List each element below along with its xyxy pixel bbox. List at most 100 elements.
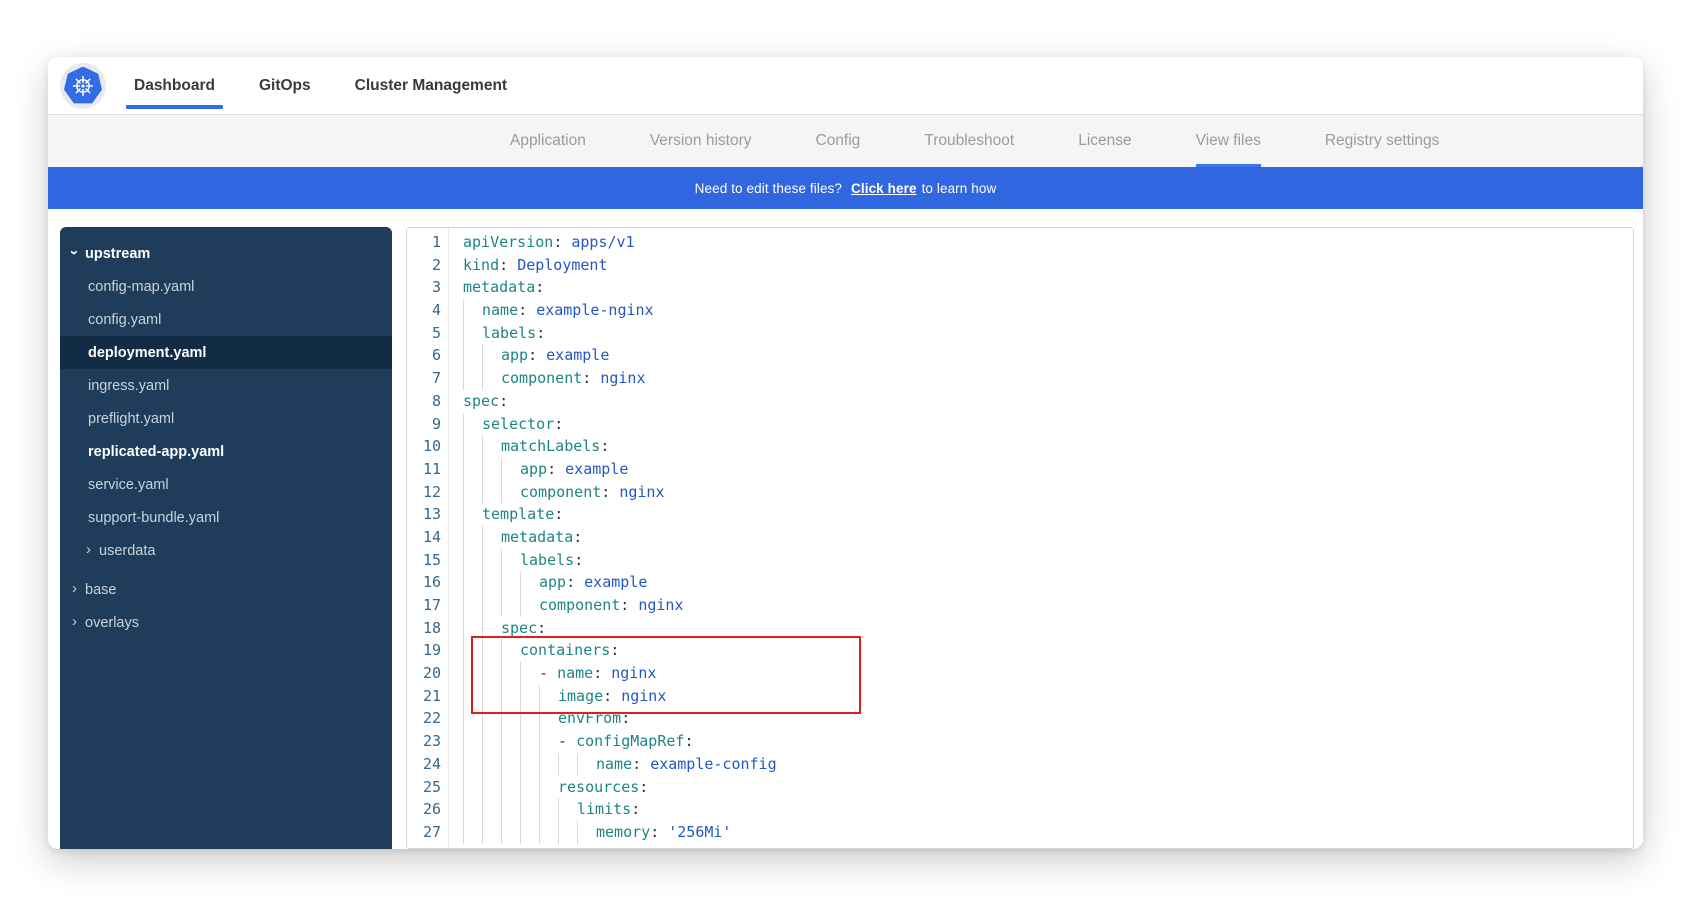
code-text: memory: '256Mi'	[448, 821, 731, 844]
yaml-punct: :	[553, 233, 571, 251]
indent-guide	[482, 798, 501, 821]
code-line-4: 4name: example-nginx	[407, 299, 1633, 322]
subnav-tab-license[interactable]: License	[1078, 115, 1131, 167]
indent-guide	[463, 526, 482, 549]
code-line-8: 8spec:	[407, 390, 1633, 413]
line-number: 4	[407, 299, 448, 322]
line-number: 16	[407, 571, 448, 594]
indent-guide	[482, 639, 501, 662]
indent-guide	[577, 753, 596, 776]
primary-tab-cluster-management[interactable]: Cluster Management	[355, 57, 507, 114]
indent-guide	[463, 549, 482, 572]
yaml-value: nginx	[611, 664, 656, 682]
indent-guide	[501, 549, 520, 572]
indent-guide	[558, 753, 577, 776]
yaml-punct: :	[684, 732, 693, 750]
indent-guide	[520, 571, 539, 594]
indent-guide	[463, 458, 482, 481]
subnav-tab-application[interactable]: Application	[510, 115, 586, 167]
file-tree-label: config-map.yaml	[88, 279, 194, 295]
file-tree-item-upstream[interactable]: ›upstream	[60, 237, 392, 270]
indent-guide	[577, 821, 596, 844]
subnav-tab-view-files[interactable]: View files	[1196, 115, 1261, 167]
file-tree-item-config-map-yaml[interactable]: config-map.yaml	[60, 270, 392, 303]
file-tree-item-ingress-yaml[interactable]: ingress.yaml	[60, 369, 392, 402]
yaml-value: nginx	[621, 687, 666, 705]
indent-guide	[463, 798, 482, 821]
primary-tab-dashboard[interactable]: Dashboard	[134, 57, 215, 114]
yaml-key: spec	[463, 392, 499, 410]
yaml-punct: :	[537, 619, 546, 637]
indent-guide	[463, 413, 482, 436]
indent-guide	[558, 821, 577, 844]
indent-guide	[482, 571, 501, 594]
yaml-punct: :	[639, 778, 648, 796]
indent-guide	[482, 481, 501, 504]
chevron-down-icon: ›	[67, 250, 82, 255]
indent-guide	[520, 662, 539, 685]
code-text: containers:	[448, 639, 619, 662]
indent-guide	[539, 776, 558, 799]
indent-guide	[501, 458, 520, 481]
indent-guide	[501, 798, 520, 821]
file-tree-item-service-yaml[interactable]: service.yaml	[60, 468, 392, 501]
code-text: spec:	[448, 390, 508, 413]
file-tree-item-config-yaml[interactable]: config.yaml	[60, 303, 392, 336]
code-text: selector:	[448, 413, 563, 436]
code-line-12: 12component: nginx	[407, 481, 1633, 504]
yaml-punct: :	[600, 437, 609, 455]
file-tree-item-userdata[interactable]: ›userdata	[60, 534, 392, 567]
indent-guide	[482, 707, 501, 730]
indent-guide	[463, 730, 482, 753]
indent-guide	[501, 730, 520, 753]
yaml-code-editor[interactable]: 1apiVersion: apps/v12kind: Deployment3me…	[406, 227, 1634, 849]
yaml-value: example-config	[650, 755, 776, 773]
code-text: - name: nginx	[448, 662, 656, 685]
subnav-tab-troubleshoot[interactable]: Troubleshoot	[924, 115, 1014, 167]
code-line-14: 14metadata:	[407, 526, 1633, 549]
file-tree-item-deployment-yaml[interactable]: deployment.yaml	[60, 336, 392, 369]
subnav-tab-config[interactable]: Config	[816, 115, 861, 167]
line-number: 1	[407, 231, 448, 254]
indent-guide	[482, 458, 501, 481]
yaml-key: metadata	[463, 278, 535, 296]
line-number: 20	[407, 662, 448, 685]
file-tree-sidebar: ›upstream config-map.yaml config.yamldeplo…	[60, 227, 392, 849]
indent-guide	[482, 821, 501, 844]
indent-guide	[482, 344, 501, 367]
code-line-7: 7component: nginx	[407, 367, 1633, 390]
yaml-value: nginx	[638, 596, 683, 614]
file-tree-label: support-bundle.yaml	[88, 510, 219, 526]
subnav-tab-registry-settings[interactable]: Registry settings	[1325, 115, 1440, 167]
code-text: metadata:	[448, 276, 544, 299]
file-tree-item-overlays[interactable]: ›overlays	[60, 606, 392, 639]
line-number: 7	[407, 367, 448, 390]
code-text: component: nginx	[448, 481, 665, 504]
file-tree-item-preflight-yaml[interactable]: preflight.yaml	[60, 402, 392, 435]
file-tree-item-support-bundle-yaml[interactable]: support-bundle.yaml	[60, 501, 392, 534]
file-tree-item-replicated-app-yaml[interactable]: replicated-app.yaml	[60, 435, 392, 468]
line-number: 26	[407, 798, 448, 821]
yaml-punct: :	[632, 755, 650, 773]
indent-guide	[463, 481, 482, 504]
line-number: 2	[407, 254, 448, 277]
code-line-9: 9selector:	[407, 413, 1633, 436]
yaml-key: memory	[596, 823, 650, 841]
yaml-key: labels	[520, 551, 574, 569]
code-line-3: 3metadata:	[407, 276, 1633, 299]
indent-guide	[482, 776, 501, 799]
yaml-key: envFrom	[558, 709, 621, 727]
indent-guide	[520, 798, 539, 821]
yaml-key: app	[520, 460, 547, 478]
yaml-key: image	[558, 687, 603, 705]
file-tree-label: overlays	[85, 615, 139, 631]
code-line-10: 10matchLabels:	[407, 435, 1633, 458]
primary-tab-gitops[interactable]: GitOps	[259, 57, 311, 114]
indent-guide	[463, 435, 482, 458]
code-line-5: 5labels:	[407, 322, 1633, 345]
kubernetes-helm-wheel-icon	[64, 67, 102, 105]
file-tree-item-base[interactable]: ›base	[60, 573, 392, 606]
subnav-tab-version-history[interactable]: Version history	[650, 115, 752, 167]
banner-click-here-link[interactable]: Click here	[851, 181, 917, 196]
yaml-key: labels	[482, 324, 536, 342]
